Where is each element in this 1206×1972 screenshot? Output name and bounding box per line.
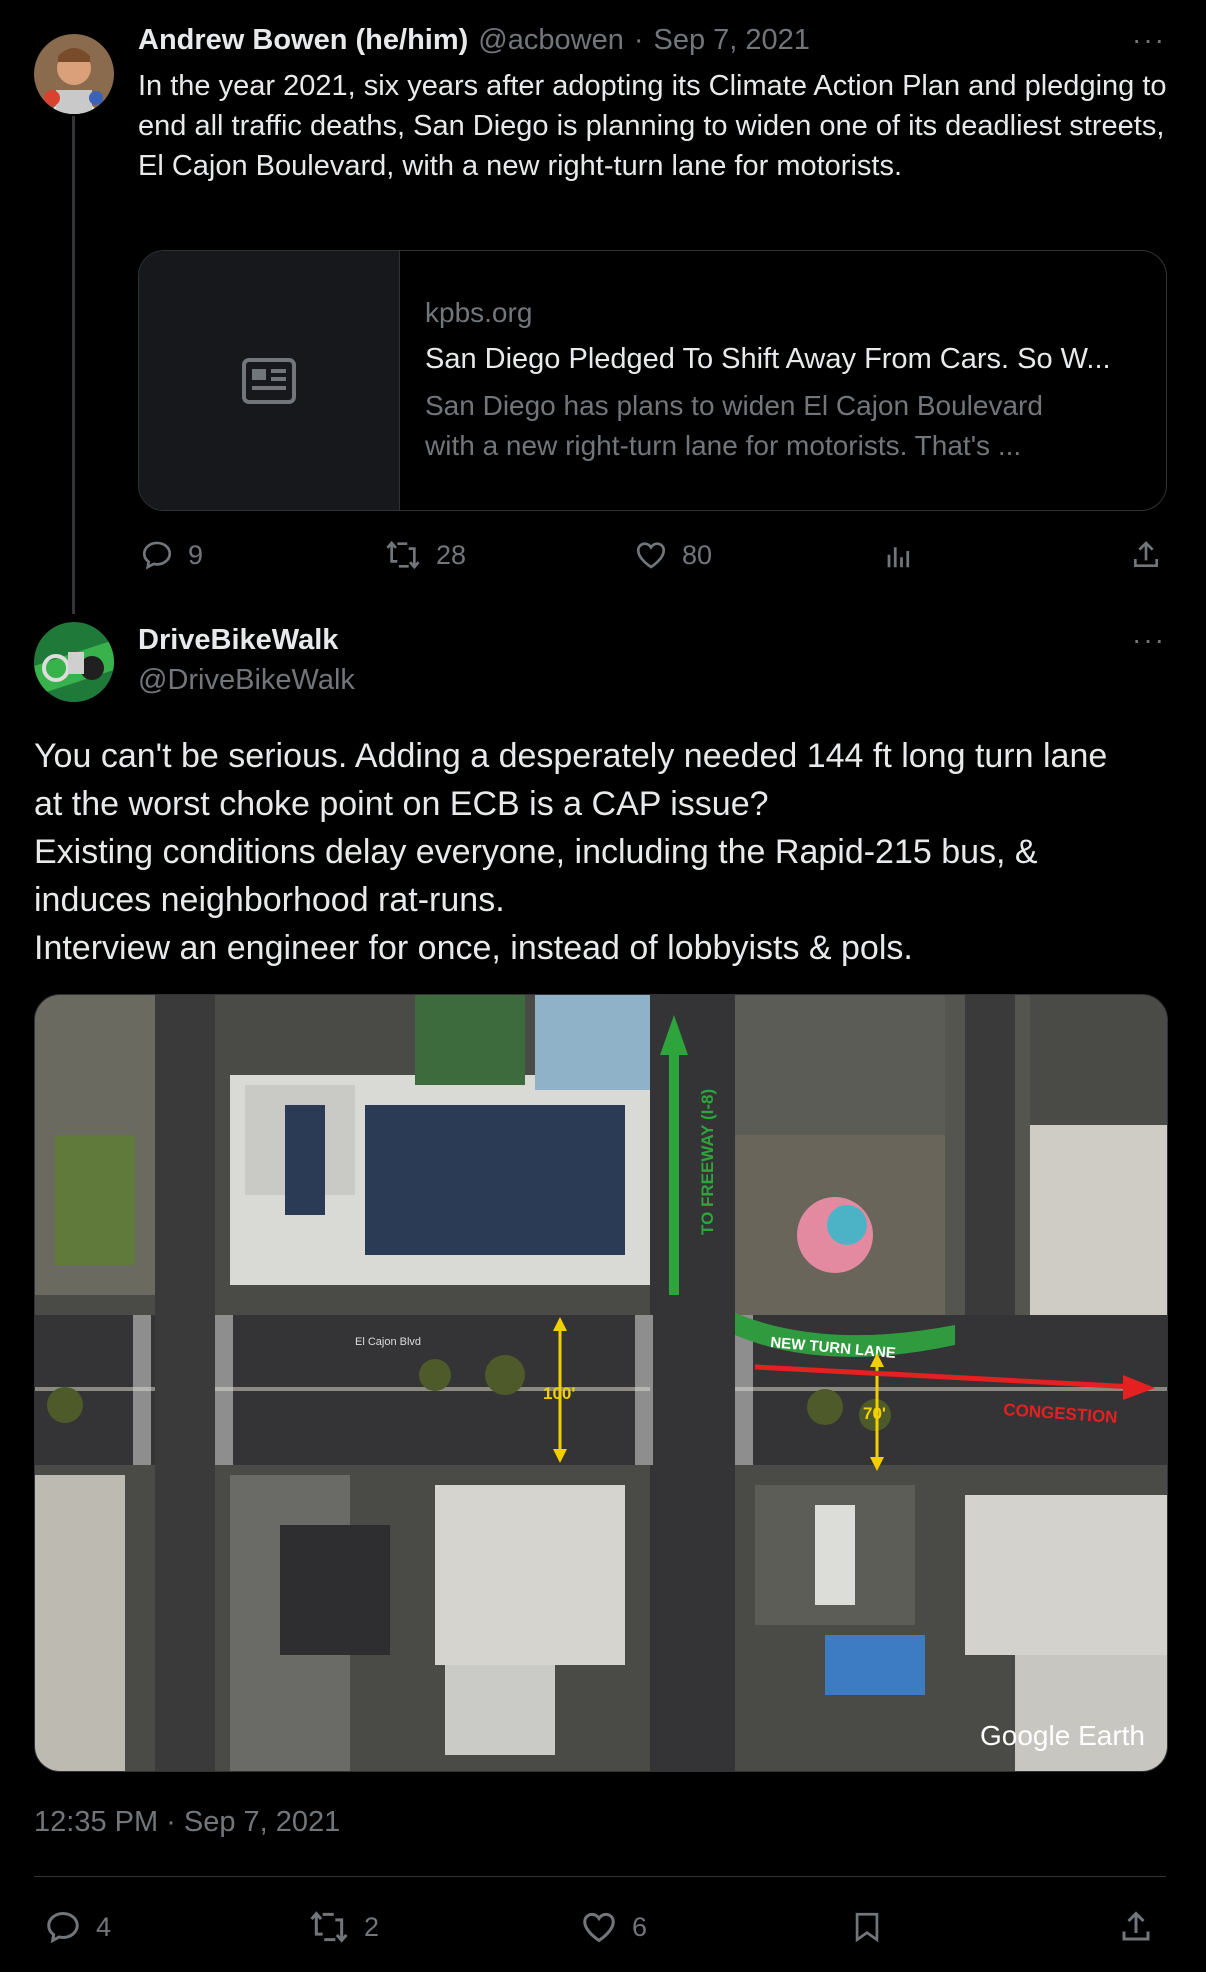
like-button[interactable]: 80 <box>634 538 712 572</box>
link-card-title: San Diego Pledged To Shift Away From Car… <box>425 343 1111 375</box>
reply-icon <box>142 541 172 570</box>
google-earth-watermark: Google Earth <box>980 1720 1145 1751</box>
thread-line <box>72 116 75 614</box>
tweet-text-line: You can't be serious. Adding a desperate… <box>34 737 1108 775</box>
reply-icon <box>47 1912 79 1944</box>
reply-count: 4 <box>96 1911 112 1942</box>
reply-button[interactable]: 9 <box>140 538 203 572</box>
retweet-icon <box>310 1911 348 1943</box>
separator: · <box>633 24 644 56</box>
tweet-text-line: induces neighborhood rat-runs. <box>34 881 505 919</box>
share-button[interactable] <box>1130 538 1162 572</box>
author-handle[interactable]: @DriveBikeWalk <box>138 664 355 697</box>
measure-100-label: 100' <box>543 1384 575 1403</box>
share-icon <box>1122 1911 1150 1941</box>
author-handle[interactable]: @acbowen <box>478 24 624 57</box>
heart-icon <box>636 542 666 569</box>
tweet-text-line: Existing conditions delay everyone, incl… <box>34 833 1038 871</box>
share-icon <box>1134 541 1158 567</box>
analytics-icon <box>887 547 910 568</box>
tweet-text-line: Interview an engineer for once, instead … <box>34 929 913 967</box>
retweet-button[interactable]: 2 <box>308 1908 379 1946</box>
retweet-count: 28 <box>436 539 467 570</box>
tweet-text: In the year 2021, six years after adopti… <box>138 70 1167 182</box>
like-button[interactable]: 6 <box>580 1908 647 1946</box>
avatar-andrew-bowen[interactable] <box>34 34 114 114</box>
views-button[interactable] <box>884 540 914 572</box>
retweet-button[interactable]: 28 <box>384 538 466 572</box>
tweet-image[interactable]: NEW TURN LANE TO FREEWAY (I-8) 100' 70' … <box>34 994 1168 1772</box>
avatar-drivebikewalk[interactable] <box>34 622 114 702</box>
bookmark-button[interactable] <box>850 1908 884 1946</box>
to-freeway-label: TO FREEWAY (I-8) <box>698 1089 717 1235</box>
link-card-thumbnail <box>139 251 400 510</box>
article-icon <box>242 357 296 404</box>
tweet-text: You can't be serious. Adding a desperate… <box>34 732 1174 972</box>
link-card[interactable]: kpbs.org San Diego Pledged To Shift Away… <box>138 250 1167 511</box>
more-options-icon[interactable]: ··· <box>1132 624 1166 656</box>
more-options-icon[interactable]: ··· <box>1132 24 1166 56</box>
author-name[interactable]: Andrew Bowen (he/him) <box>138 24 468 57</box>
bookmark-icon <box>855 1912 879 1943</box>
retweet-icon <box>386 540 420 570</box>
like-count: 6 <box>632 1911 648 1942</box>
link-card-description: San Diego has plans to widen El Cajon Bo… <box>425 386 1145 466</box>
street-label: El Cajon Blvd <box>355 1336 421 1348</box>
share-button[interactable] <box>1118 1908 1154 1946</box>
link-card-description-line: San Diego has plans to widen El Cajon Bo… <box>425 390 1043 421</box>
tweet-text-line: at the worst choke point on ECB is a CAP… <box>34 785 769 823</box>
heart-icon <box>583 1912 615 1943</box>
tweet-date[interactable]: Sep 7, 2021 <box>654 24 810 57</box>
measure-70-label: 70' <box>863 1404 886 1423</box>
like-count: 80 <box>682 539 713 570</box>
reply-button[interactable]: 4 <box>44 1908 111 1946</box>
tweet-timestamp[interactable]: 12:35 PM · Sep 7, 2021 <box>34 1806 340 1839</box>
author-name[interactable]: DriveBikeWalk <box>138 624 338 657</box>
link-card-domain: kpbs.org <box>425 297 533 328</box>
divider <box>34 1876 1166 1877</box>
reply-count: 9 <box>188 539 204 570</box>
link-card-description-line: with a new right-turn lane for motorists… <box>425 430 1022 461</box>
retweet-count: 2 <box>364 1911 380 1942</box>
satellite-map: NEW TURN LANE TO FREEWAY (I-8) 100' 70' … <box>35 995 1167 1771</box>
